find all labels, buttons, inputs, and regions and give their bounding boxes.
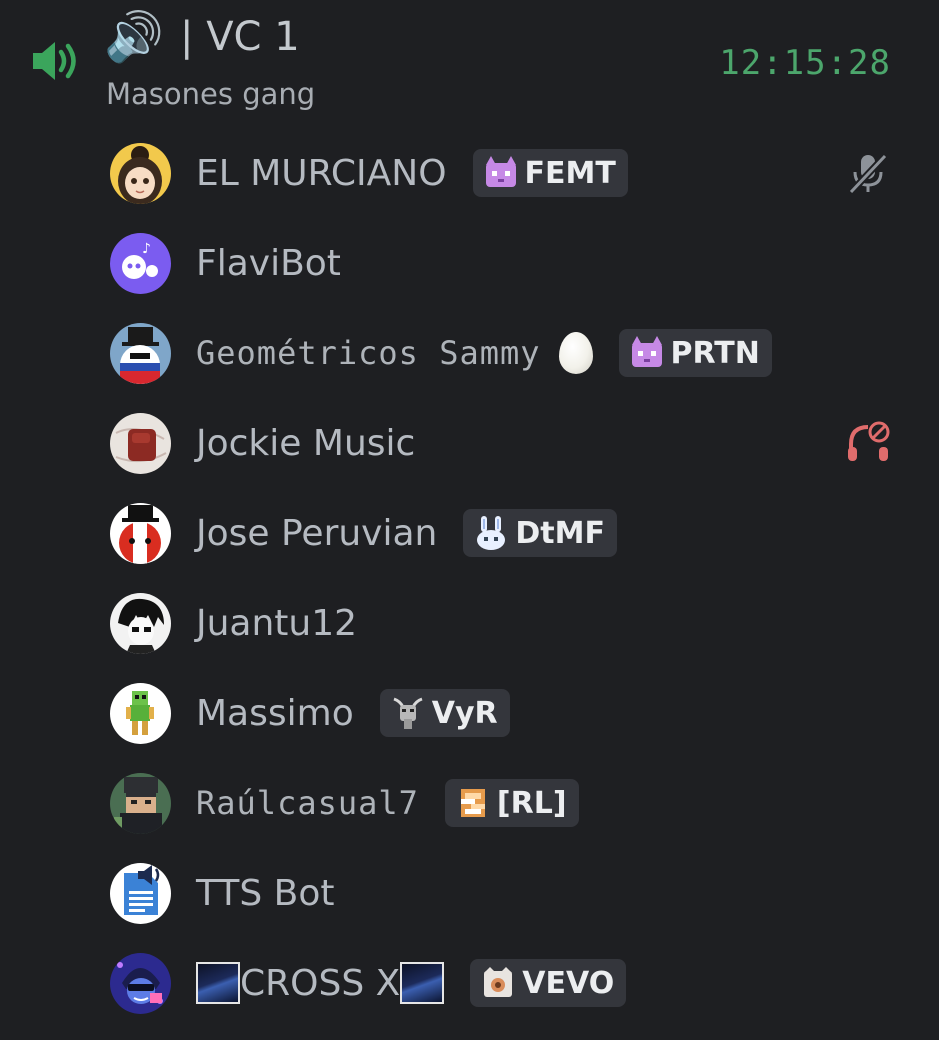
- voice-speaking-speaker-icon: [33, 42, 76, 80]
- server-tag-label: VEVO: [522, 965, 615, 1001]
- tts-doc-avatar[interactable]: [110, 863, 171, 924]
- server-tag-label: PRTN: [670, 335, 760, 371]
- orange-gear-icon: [460, 789, 485, 817]
- member-row[interactable]: EL MURCIANO FEMT: [0, 128, 939, 218]
- manga-avatar[interactable]: [110, 593, 171, 654]
- member-row[interactable]: Jockie Music: [0, 398, 939, 488]
- member-name: FlaviBot: [196, 242, 341, 284]
- voice-member-list: EL MURCIANO FEMT ♪ FlaviBot Geométricos …: [0, 128, 939, 1028]
- server-tag[interactable]: FEMT: [472, 149, 628, 197]
- member-row[interactable]: Jose Peruvian DtMF: [0, 488, 939, 578]
- peru-ball-avatar[interactable]: [110, 503, 171, 564]
- green-character-avatar[interactable]: [110, 683, 171, 744]
- member-row[interactable]: TTS Bot: [0, 848, 939, 938]
- server-tag[interactable]: DtMF: [463, 509, 617, 557]
- mic-muted-icon: [848, 153, 888, 195]
- call-timer: 12:15:28: [719, 43, 891, 83]
- egg-emoji: [558, 332, 593, 374]
- minecraft-avatar[interactable]: [110, 773, 171, 834]
- channel-title[interactable]: | VC 1: [180, 10, 300, 64]
- purple-cat-icon: [485, 156, 516, 187]
- galaxy-emoji-left: [196, 962, 240, 1004]
- server-tag-label: DtMF: [515, 515, 605, 551]
- member-row[interactable]: CROSS X VEVO: [0, 938, 939, 1028]
- svg-text:♪: ♪: [142, 241, 151, 257]
- member-name: EL MURCIANO: [196, 152, 447, 194]
- jockie-avatar[interactable]: [110, 413, 171, 474]
- server-tag[interactable]: VyR: [379, 689, 510, 737]
- headphones-deafened-icon: [848, 421, 890, 461]
- server-tag[interactable]: PRTN: [618, 329, 772, 377]
- server-tag[interactable]: VEVO: [470, 959, 627, 1007]
- white-bunny-icon: [477, 516, 506, 550]
- countryball-avatar[interactable]: [110, 323, 171, 384]
- member-row[interactable]: Geométricos Sammy PRTN: [0, 308, 939, 398]
- member-name: CROSS X: [240, 962, 401, 1004]
- member-row[interactable]: ♪ FlaviBot: [0, 218, 939, 308]
- anime-girl-avatar[interactable]: [110, 143, 171, 204]
- member-name: Geométricos Sammy: [196, 334, 541, 372]
- blue-gamer-avatar[interactable]: [110, 953, 171, 1014]
- galaxy-emoji-right: [400, 962, 445, 1004]
- goat-icon: [393, 697, 423, 729]
- server-tag-label: FEMT: [524, 155, 616, 191]
- server-tag-label: VyR: [431, 695, 498, 731]
- member-row[interactable]: Juantu12: [0, 578, 939, 668]
- vevo-icon: [484, 967, 513, 997]
- member-name: Jose Peruvian: [196, 512, 438, 554]
- member-name: Raúlcasual7: [196, 784, 419, 822]
- member-row[interactable]: Raúlcasual7 [RL]: [0, 758, 939, 848]
- member-name: TTS Bot: [196, 872, 335, 914]
- member-name: Massimo: [196, 692, 354, 734]
- channel-status: Masones gang: [106, 77, 316, 111]
- member-row[interactable]: Massimo VyR: [0, 668, 939, 758]
- channel-speaker-emoji: 🔊: [104, 9, 164, 65]
- member-name: Jockie Music: [196, 422, 416, 464]
- member-name: Juantu12: [196, 602, 358, 644]
- server-tag-label: [RL]: [496, 785, 567, 821]
- purple-cat-icon: [631, 336, 662, 367]
- purple-bot-avatar[interactable]: ♪: [110, 233, 171, 294]
- server-tag[interactable]: [RL]: [444, 779, 579, 827]
